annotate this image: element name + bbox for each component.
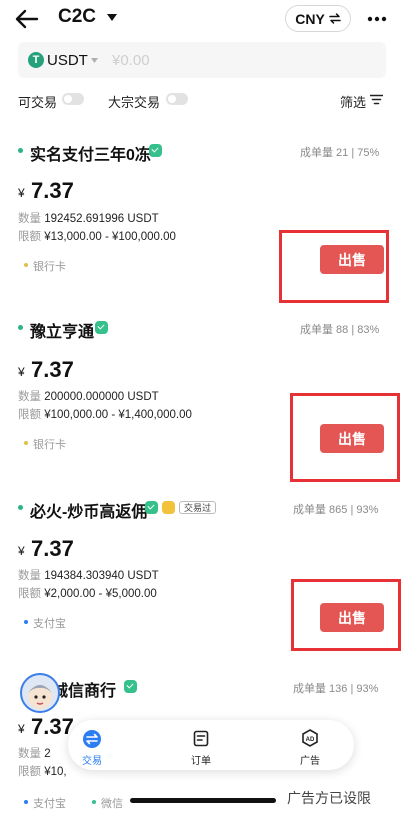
sell-button[interactable]: 出售 xyxy=(320,424,384,453)
order-icon[interactable] xyxy=(193,730,209,747)
order-count: 成单量 21 xyxy=(300,147,349,159)
sell-button[interactable]: 出售 xyxy=(320,245,384,274)
price: 7.37 xyxy=(31,536,74,561)
currency-symbol: ¥ xyxy=(18,365,25,379)
wechat-dot xyxy=(92,800,96,804)
merchant-name[interactable]: 豫立亨通 xyxy=(30,318,94,342)
order-count: 成单量 865 xyxy=(293,504,348,516)
swap-arrows-icon xyxy=(329,13,341,24)
limit-value: ¥2,000.00 - ¥5,000.00 xyxy=(44,588,157,600)
bulk-trade-toggle[interactable] xyxy=(166,93,188,105)
quantity-key: 数量 xyxy=(18,391,41,403)
order-count: 成单量 88 xyxy=(300,324,349,336)
online-status-dot xyxy=(18,505,23,510)
payment-method: 银行卡 xyxy=(33,261,66,273)
price: 7.37 xyxy=(31,178,74,203)
payment-method: 支付宝 xyxy=(33,798,66,810)
quantity-line: 数量 194384.303940 USDT xyxy=(18,567,159,583)
caret-down-icon[interactable] xyxy=(106,13,118,22)
order-stats: 成单量 88 | 83% xyxy=(300,324,380,336)
ad-restriction-status: 广告方已设限 xyxy=(287,790,371,806)
cartoon-face-icon xyxy=(28,685,52,709)
limit-key: 限额 xyxy=(18,766,41,778)
coin-selector[interactable]: USDT xyxy=(47,52,88,69)
usdt-coin-icon: T xyxy=(28,52,44,68)
currency-symbol: ¥ xyxy=(18,722,25,736)
quantity-line: 数量 200000.000000 USDT xyxy=(18,388,159,404)
quantity-line: 数量 2 xyxy=(18,745,51,761)
page-title[interactable]: C2C xyxy=(58,6,96,28)
assistant-avatar[interactable] xyxy=(20,673,60,713)
verified-icon xyxy=(149,144,162,157)
back-arrow-icon[interactable] xyxy=(14,8,40,30)
quantity-key: 数量 xyxy=(18,570,41,582)
limit-key: 限额 xyxy=(18,588,41,600)
limit-key: 限额 xyxy=(18,409,41,421)
quantity-line: 数量 192452.691996 USDT xyxy=(18,210,159,226)
alipay-dot xyxy=(24,800,28,804)
amount-input[interactable] xyxy=(112,49,372,71)
ad-icon[interactable]: AD xyxy=(301,729,319,747)
currency-symbol: ¥ xyxy=(18,544,25,558)
merchant-name[interactable]: 诚信商行 xyxy=(52,677,116,701)
completion-rate: 93% xyxy=(356,683,379,695)
more-icon[interactable] xyxy=(367,16,387,22)
price: 7.37 xyxy=(31,714,74,739)
bulk-trade-label: 大宗交易 xyxy=(108,95,161,110)
limit-line: 限额 ¥10, xyxy=(18,763,67,779)
currency-label: CNY xyxy=(295,10,325,27)
nav-trade-label[interactable]: 交易 xyxy=(82,752,102,767)
quantity-value: 2 xyxy=(44,748,51,760)
limit-line: 限额 ¥100,000.00 - ¥1,400,000.00 xyxy=(18,406,192,422)
ad-icon-text: AD xyxy=(306,737,315,743)
payment-method: 银行卡 xyxy=(33,439,66,451)
limit-value: ¥100,000.00 - ¥1,400,000.00 xyxy=(44,409,192,421)
order-count: 成单量 136 xyxy=(293,683,348,695)
currency-symbol: ¥ xyxy=(18,186,25,200)
home-indicator xyxy=(130,798,276,803)
completion-rate: 83% xyxy=(357,324,380,336)
limit-line: 限额 ¥2,000.00 - ¥5,000.00 xyxy=(18,585,157,601)
tradable-toggle[interactable] xyxy=(62,93,84,105)
limit-key: 限额 xyxy=(18,231,41,243)
quantity-key: 数量 xyxy=(18,748,41,760)
quantity-value: 194384.303940 USDT xyxy=(44,570,159,582)
payment-method: 支付宝 xyxy=(33,618,66,630)
order-stats: 成单量 21 | 75% xyxy=(300,147,380,159)
quantity-key: 数量 xyxy=(18,213,41,225)
verified-icon xyxy=(124,680,137,693)
limit-value: ¥10, xyxy=(44,766,67,778)
tradable-label: 可交易 xyxy=(18,95,58,110)
swap-icon[interactable] xyxy=(83,730,101,748)
verified-icon xyxy=(95,321,108,334)
online-status-dot xyxy=(18,325,23,330)
gold-merchant-icon xyxy=(162,501,175,514)
limit-line: 限额 ¥13,000.00 - ¥100,000.00 xyxy=(18,228,176,244)
nav-ads-label[interactable]: 广告 xyxy=(300,752,320,767)
verified-icon xyxy=(145,501,158,514)
alipay-dot xyxy=(24,620,28,624)
merchant-name[interactable]: 必火-炒币高返佣 xyxy=(30,498,147,522)
traded-badge: 交易过 xyxy=(179,501,217,514)
nav-orders-label[interactable]: 订单 xyxy=(191,752,211,767)
price: 7.37 xyxy=(31,357,74,382)
order-stats: 成单量 136 | 93% xyxy=(293,683,379,695)
limit-value: ¥13,000.00 - ¥100,000.00 xyxy=(44,231,176,243)
sell-button[interactable]: 出售 xyxy=(320,603,384,632)
coin-caret-icon[interactable] xyxy=(91,58,98,63)
bank-card-dot xyxy=(24,441,28,445)
completion-rate: 75% xyxy=(357,147,380,159)
filter-button[interactable]: 筛选 xyxy=(340,92,366,111)
currency-switch-button[interactable]: CNY xyxy=(285,5,351,32)
swap-arrows-glyph xyxy=(86,733,98,745)
online-status-dot xyxy=(18,148,23,153)
payment-method: 微信 xyxy=(101,798,123,810)
merchant-name[interactable]: 实名支付三年0冻 xyxy=(30,141,151,165)
filter-icon[interactable] xyxy=(370,94,383,105)
quantity-value: 200000.000000 USDT xyxy=(44,391,159,403)
order-stats: 成单量 865 | 93% xyxy=(293,504,379,516)
completion-rate: 93% xyxy=(356,504,379,516)
quantity-value: 192452.691996 USDT xyxy=(44,213,159,225)
bank-card-dot xyxy=(24,263,28,267)
